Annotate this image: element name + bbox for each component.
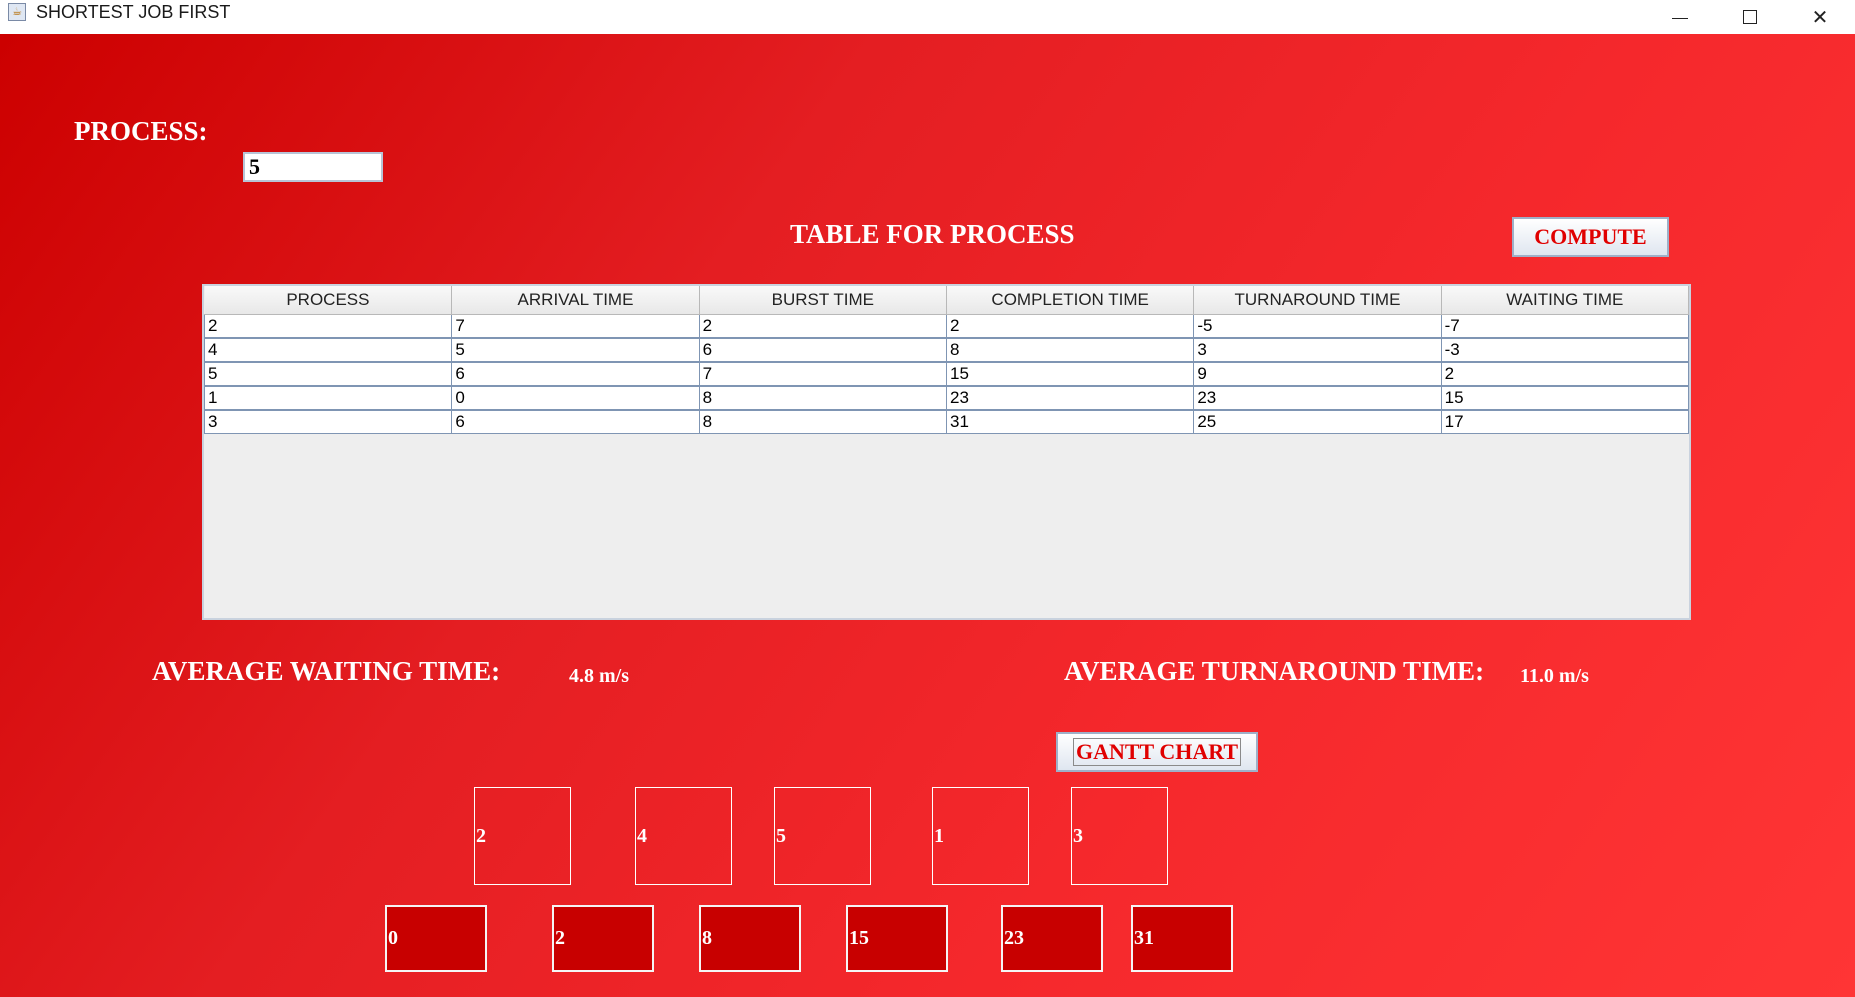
close-button[interactable]: ✕	[1785, 0, 1855, 34]
gantt-process-box: 1	[932, 787, 1029, 885]
table-cell[interactable]: 23	[1193, 385, 1442, 411]
column-header-completion-time[interactable]: COMPLETION TIME	[946, 286, 1195, 315]
average-turnaround-value: 11.0 m/s	[1520, 665, 1589, 687]
table-cell[interactable]: 2	[698, 314, 947, 339]
process-count-input[interactable]	[243, 152, 383, 182]
process-grid: PROCESS ARRIVAL TIME BURST TIME COMPLETI…	[204, 286, 1689, 434]
average-waiting-label: AVERAGE WAITING TIME:	[152, 656, 501, 686]
title-bar: ☕ SHORTEST JOB FIRST ✕	[0, 0, 1855, 35]
table-cell[interactable]: 6	[451, 409, 700, 434]
gantt-process-box: 2	[474, 787, 571, 885]
gantt-process-box: 4	[635, 787, 732, 885]
column-header-turnaround-time[interactable]: TURNAROUND TIME	[1193, 286, 1442, 315]
gantt-time-box: 31	[1131, 905, 1233, 972]
table-cell[interactable]: 15	[1440, 385, 1689, 411]
table-cell[interactable]: 2	[204, 314, 453, 339]
table-cell[interactable]: 2	[1440, 361, 1689, 387]
table-cell[interactable]: 23	[945, 385, 1195, 411]
table-cell[interactable]: 17	[1440, 409, 1689, 434]
table-cell[interactable]: 31	[945, 409, 1195, 434]
table-cell[interactable]: 9	[1193, 361, 1442, 387]
table-cell[interactable]: 8	[698, 385, 947, 411]
table-row[interactable]: 5 6 7 15 9 2	[204, 361, 1689, 387]
gantt-time-box: 0	[385, 905, 487, 972]
gantt-time-box: 8	[699, 905, 801, 972]
average-waiting-value: 4.8 m/s	[569, 665, 629, 687]
maximize-icon	[1743, 10, 1757, 24]
table-cell[interactable]: 1	[204, 385, 453, 411]
column-header-waiting-time[interactable]: WAITING TIME	[1441, 286, 1689, 315]
table-cell[interactable]: 2	[945, 314, 1195, 339]
table-row[interactable]: 2 7 2 2 -5 -7	[204, 314, 1689, 339]
process-label: PROCESS:	[74, 116, 208, 146]
table-cell[interactable]: 7	[451, 314, 700, 339]
gantt-time-box: 15	[846, 905, 948, 972]
table-cell[interactable]: 5	[204, 361, 453, 387]
column-header-burst-time[interactable]: BURST TIME	[699, 286, 947, 315]
table-cell[interactable]: 8	[945, 337, 1195, 363]
table-header-row: PROCESS ARRIVAL TIME BURST TIME COMPLETI…	[204, 286, 1689, 315]
gantt-time-box: 2	[552, 905, 654, 972]
table-cell[interactable]: -5	[1193, 314, 1442, 339]
table-cell[interactable]: 8	[698, 409, 947, 434]
gantt-chart-button[interactable]: GANTT CHART	[1056, 732, 1258, 772]
table-cell[interactable]: 15	[945, 361, 1195, 387]
table-cell[interactable]: 7	[698, 361, 947, 387]
average-turnaround-label: AVERAGE TURNAROUND TIME:	[1064, 656, 1485, 686]
table-cell[interactable]: 6	[698, 337, 947, 363]
table-row[interactable]: 1 0 8 23 23 15	[204, 385, 1689, 411]
table-cell[interactable]: 4	[204, 337, 453, 363]
table-cell[interactable]: -3	[1440, 337, 1689, 363]
gantt-process-box: 3	[1071, 787, 1168, 885]
table-cell[interactable]: 3	[1193, 337, 1442, 363]
close-icon: ✕	[1811, 5, 1829, 29]
column-header-arrival-time[interactable]: ARRIVAL TIME	[451, 286, 700, 315]
minimize-button[interactable]	[1645, 0, 1715, 34]
table-row[interactable]: 4 5 6 8 3 -3	[204, 337, 1689, 363]
table-row[interactable]: 3 6 8 31 25 17	[204, 409, 1689, 434]
minimize-icon	[1672, 17, 1688, 19]
compute-button[interactable]: COMPUTE	[1512, 217, 1669, 257]
table-cell[interactable]: -7	[1440, 314, 1689, 339]
gantt-time-box: 23	[1001, 905, 1103, 972]
window-title: SHORTEST JOB FIRST	[36, 2, 231, 22]
maximize-button[interactable]	[1715, 0, 1785, 34]
gantt-chart-label: GANTT CHART	[1072, 738, 1241, 766]
table-cell[interactable]: 25	[1193, 409, 1442, 434]
java-coffee-cup-icon: ☕	[8, 3, 26, 21]
table-cell[interactable]: 3	[204, 409, 453, 434]
column-header-process[interactable]: PROCESS	[204, 286, 453, 315]
table-title: TABLE FOR PROCESS	[790, 219, 1075, 249]
process-table[interactable]: PROCESS ARRIVAL TIME BURST TIME COMPLETI…	[202, 284, 1691, 620]
table-cell[interactable]: 5	[451, 337, 700, 363]
table-cell[interactable]: 0	[451, 385, 700, 411]
table-cell[interactable]: 6	[451, 361, 700, 387]
gantt-process-box: 5	[774, 787, 871, 885]
